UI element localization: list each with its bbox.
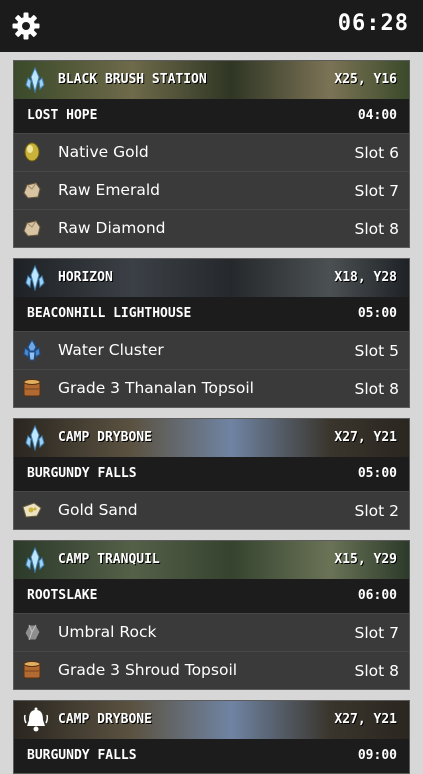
area-header: LOST HOPE 04:00: [14, 99, 409, 133]
location-name: CAMP TRANQUIL: [58, 552, 160, 567]
area-header: ROOTSLAKE 06:00: [14, 579, 409, 613]
location-banner: CAMP DRYBONE X27, Y21: [14, 701, 409, 739]
location-banner: BLACK BRUSH STATION X25, Y16: [14, 61, 409, 99]
item-row[interactable]: Gold Sand Slot 2: [14, 491, 409, 529]
item-slot: Slot 6: [354, 144, 400, 162]
aetheryte-crystal-icon: [24, 546, 46, 574]
location-coords: X15, Y29: [334, 552, 397, 567]
item-slot: Slot 8: [354, 220, 400, 238]
location-name: CAMP DRYBONE: [58, 430, 152, 445]
item-name: Raw Emerald: [58, 181, 160, 199]
area-name: BEACONHILL LIGHTHOUSE: [27, 306, 192, 321]
item-row[interactable]: Raw Emerald Slot 7: [14, 171, 409, 209]
area-name: BURGUNDY FALLS: [27, 748, 137, 763]
node-list: BLACK BRUSH STATION X25, Y16 LOST HOPE 04:0…: [0, 52, 423, 774]
area-header: BURGUNDY FALLS 05:00: [14, 457, 409, 491]
location-coords: X27, Y21: [334, 712, 397, 727]
umbral-rock-icon: [21, 621, 43, 643]
gold-ore-icon: [21, 141, 43, 163]
location-coords: X18, Y28: [334, 270, 397, 285]
item-name: Umbral Rock: [58, 623, 157, 641]
rough-stone-icon: [21, 179, 43, 201]
aetheryte-crystal-icon: [24, 264, 46, 292]
item-name: Raw Diamond: [58, 219, 166, 237]
item-row[interactable]: Water Cluster Slot 5: [14, 331, 409, 369]
item-slot: Slot 2: [354, 502, 400, 520]
location-coords: X27, Y21: [334, 430, 397, 445]
water-cluster-icon: [21, 338, 43, 361]
item-row[interactable]: Native Gold Slot 6: [14, 133, 409, 171]
topsoil-icon: [21, 659, 43, 681]
item-row[interactable]: Umbral Rock Slot 7: [14, 613, 409, 651]
bell-icon[interactable]: [23, 706, 49, 734]
item-name: Native Gold: [58, 143, 149, 161]
area-name: BURGUNDY FALLS: [27, 466, 137, 481]
item-row[interactable]: Raw Diamond Slot 8: [14, 209, 409, 247]
item-row[interactable]: Grade 3 Thanalan Topsoil Slot 8: [14, 369, 409, 407]
spawn-time: 04:00: [357, 108, 397, 123]
location-name: BLACK BRUSH STATION: [58, 72, 207, 87]
location-name: CAMP DRYBONE: [58, 712, 152, 727]
item-slot: Slot 7: [354, 182, 400, 200]
item-slot: Slot 8: [354, 662, 400, 680]
area-name: LOST HOPE: [27, 108, 98, 123]
spawn-time: 05:00: [357, 306, 397, 321]
spawn-time: 06:00: [357, 588, 397, 603]
item-slot: Slot 7: [354, 624, 400, 642]
item-name: Grade 3 Shroud Topsoil: [58, 661, 238, 679]
area-header: BEACONHILL LIGHTHOUSE 05:00: [14, 297, 409, 331]
spawn-time: 05:00: [357, 466, 397, 481]
aetheryte-crystal-icon: [24, 424, 46, 452]
area-header: BURGUNDY FALLS 09:00: [14, 739, 409, 773]
aetheryte-crystal-icon: [24, 66, 46, 94]
top-bar: 06:28: [0, 0, 423, 52]
location-banner: CAMP TRANQUIL X15, Y29: [14, 541, 409, 579]
item-slot: Slot 5: [354, 342, 400, 360]
location-banner: HORIZON X18, Y28: [14, 259, 409, 297]
item-name: Gold Sand: [58, 501, 138, 519]
item-name: Grade 3 Thanalan Topsoil: [58, 379, 254, 397]
node-card[interactable]: CAMP DRYBONE X27, Y21 BURGUNDY FALLS 05:00 G…: [13, 418, 410, 530]
clock: 06:28: [337, 11, 409, 36]
node-card[interactable]: BLACK BRUSH STATION X25, Y16 LOST HOPE 04:0…: [13, 60, 410, 248]
rough-stone-icon: [21, 217, 43, 239]
item-row[interactable]: Grade 3 Shroud Topsoil Slot 8: [14, 651, 409, 689]
location-coords: X25, Y16: [334, 72, 397, 87]
node-card[interactable]: CAMP DRYBONE X27, Y21 BURGUNDY FALLS 09:00: [13, 700, 410, 774]
item-slot: Slot 8: [354, 380, 400, 398]
gold-sand-icon: [21, 499, 43, 521]
location-banner: CAMP DRYBONE X27, Y21: [14, 419, 409, 457]
spawn-time: 09:00: [357, 748, 397, 763]
topsoil-icon: [21, 377, 43, 399]
item-name: Water Cluster: [58, 341, 164, 359]
gear-icon[interactable]: [11, 11, 41, 41]
location-name: HORIZON: [58, 270, 113, 285]
node-card[interactable]: CAMP TRANQUIL X15, Y29 ROOTSLAKE 06:00 Umbra…: [13, 540, 410, 690]
area-name: ROOTSLAKE: [27, 588, 98, 603]
node-card[interactable]: HORIZON X18, Y28 BEACONHILL LIGHTHOUSE 05:0…: [13, 258, 410, 408]
